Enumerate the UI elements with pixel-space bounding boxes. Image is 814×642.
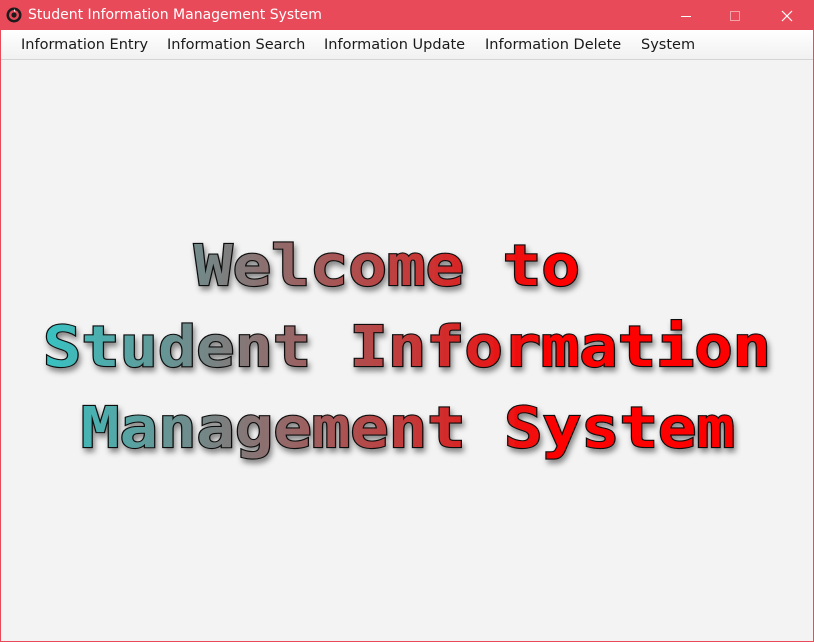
welcome-line-1: Welcome to xyxy=(194,234,580,299)
main-content: Welcome to Student Information Managemen… xyxy=(1,61,813,641)
welcome-line-3: Management System xyxy=(81,396,735,461)
menu-bar: Information Entry Information Search Inf… xyxy=(1,30,813,60)
welcome-banner: Welcome to Student Information Managemen… xyxy=(42,233,772,462)
window-title: Student Information Management System xyxy=(28,7,322,23)
app-logo-icon xyxy=(6,7,22,23)
close-button[interactable] xyxy=(764,1,810,30)
maximize-button[interactable] xyxy=(712,1,758,30)
minimize-button[interactable] xyxy=(663,1,709,30)
welcome-line-2: Student Information xyxy=(43,315,771,380)
app-window: Student Information Management System In… xyxy=(0,0,814,642)
menu-information-entry[interactable]: Information Entry xyxy=(21,30,148,60)
minimize-icon xyxy=(681,15,691,17)
menu-information-search[interactable]: Information Search xyxy=(167,30,305,60)
close-icon xyxy=(781,10,793,21)
menu-information-update[interactable]: Information Update xyxy=(324,30,465,60)
menu-information-delete[interactable]: Information Delete xyxy=(485,30,621,60)
menu-system[interactable]: System xyxy=(641,30,695,60)
maximize-icon xyxy=(730,10,740,21)
title-bar[interactable]: Student Information Management System xyxy=(1,1,813,30)
